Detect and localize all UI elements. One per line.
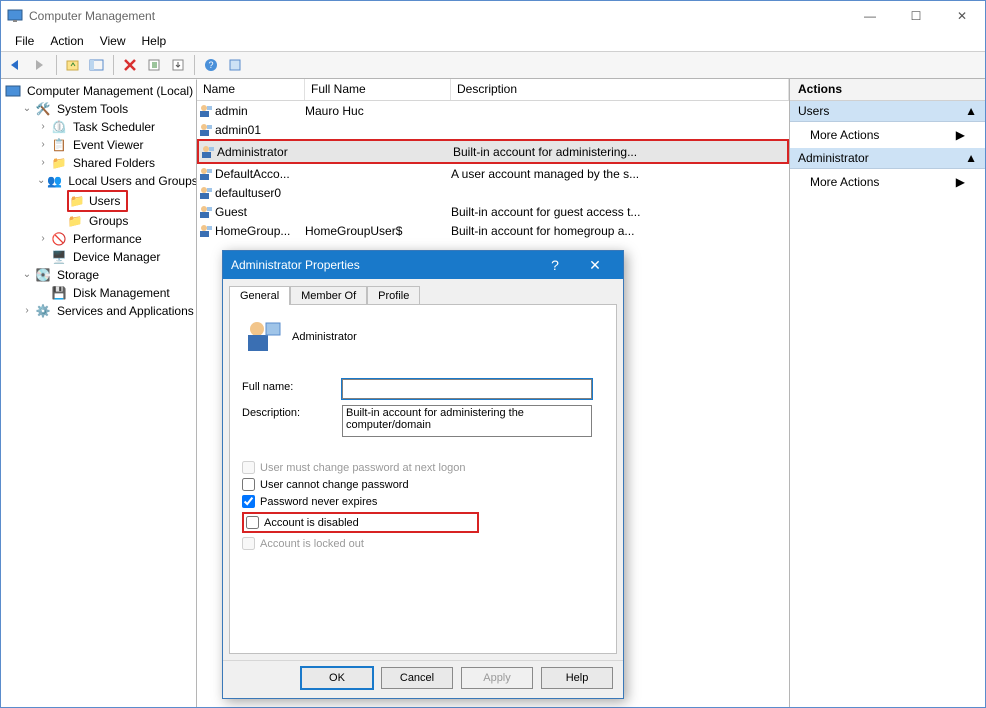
user-row[interactable]: defaultuser0 xyxy=(197,183,789,202)
actions-header: Actions xyxy=(790,79,985,101)
titlebar: Computer Management — ☐ ✕ xyxy=(1,1,985,31)
user-icon xyxy=(197,224,215,238)
menu-action[interactable]: Action xyxy=(42,32,91,50)
tree-shared-folders[interactable]: ›📁Shared Folders xyxy=(37,154,196,172)
chk-cannot-change[interactable]: User cannot change password xyxy=(242,478,604,491)
maximize-button[interactable]: ☐ xyxy=(893,1,939,31)
chevron-right-icon: ▶ xyxy=(956,128,965,142)
actions-pane: Actions Users▲ More Actions▶ Administrat… xyxy=(790,79,985,707)
list-header: Name Full Name Description xyxy=(197,79,789,101)
tree-device-manager[interactable]: 🖥️Device Manager xyxy=(37,248,196,266)
delete-button[interactable] xyxy=(119,54,141,76)
collapse-icon: ▲ xyxy=(965,104,977,118)
chevron-right-icon: ▶ xyxy=(956,175,965,189)
dialog-help-button[interactable]: ? xyxy=(535,257,575,273)
user-icon xyxy=(197,205,215,219)
menubar: File Action View Help xyxy=(1,31,985,51)
highlight-disabled: Account is disabled xyxy=(242,512,479,533)
tree-system-tools[interactable]: ⌄🛠️System Tools xyxy=(21,100,196,118)
user-row[interactable]: HomeGroup...HomeGroupUser$Built-in accou… xyxy=(197,221,789,240)
dialog-tabs: General Member Of Profile xyxy=(229,285,617,304)
user-icon xyxy=(199,145,217,159)
dialog-title: Administrator Properties xyxy=(231,258,535,272)
tree-users[interactable]: 📁Users xyxy=(53,190,196,212)
fullname-label: Full name: xyxy=(242,379,342,393)
tree-pane[interactable]: Computer Management (Local) ⌄🛠️System To… xyxy=(1,79,197,707)
actions-group-users[interactable]: Users▲ xyxy=(790,101,985,122)
chk-locked-out: Account is locked out xyxy=(242,537,604,550)
cancel-button[interactable]: Cancel xyxy=(381,667,453,689)
show-hide-tree-button[interactable] xyxy=(86,54,108,76)
col-fullname[interactable]: Full Name xyxy=(305,79,451,100)
user-icon xyxy=(197,186,215,200)
properties-dialog: Administrator Properties ? ✕ General Mem… xyxy=(222,250,624,699)
actions-group-admin[interactable]: Administrator▲ xyxy=(790,148,985,169)
tree-storage[interactable]: ⌄💽Storage xyxy=(21,266,196,284)
dialog-body: Administrator Full name: Description: Us… xyxy=(229,304,617,654)
dialog-username: Administrator xyxy=(292,331,357,343)
user-row[interactable]: adminMauro Huc xyxy=(197,101,789,120)
actions-more-1[interactable]: More Actions▶ xyxy=(790,122,985,148)
user-icon xyxy=(197,167,215,181)
menu-view[interactable]: View xyxy=(92,32,134,50)
ok-button[interactable]: OK xyxy=(301,667,373,689)
close-button[interactable]: ✕ xyxy=(939,1,985,31)
tree-services[interactable]: ›⚙️Services and Applications xyxy=(21,302,196,320)
up-button[interactable] xyxy=(62,54,84,76)
user-row[interactable]: admin01 xyxy=(197,120,789,139)
description-label: Description: xyxy=(242,405,342,419)
user-icon xyxy=(197,104,215,118)
user-icon xyxy=(197,123,215,137)
user-row[interactable]: DefaultAcco...A user account managed by … xyxy=(197,164,789,183)
svg-text:?: ? xyxy=(208,60,213,70)
app-icon xyxy=(7,8,23,24)
properties-button[interactable] xyxy=(224,54,246,76)
col-description[interactable]: Description xyxy=(451,79,789,100)
forward-button[interactable] xyxy=(29,54,51,76)
user-icon xyxy=(242,317,282,357)
dialog-titlebar: Administrator Properties ? ✕ xyxy=(223,251,623,279)
dialog-buttons: OK Cancel Apply Help xyxy=(223,660,623,698)
collapse-icon: ▲ xyxy=(965,151,977,165)
toolbar: ? xyxy=(1,51,985,79)
chk-account-disabled[interactable]: Account is disabled xyxy=(246,516,359,529)
col-name[interactable]: Name xyxy=(197,79,305,100)
chk-never-expires[interactable]: Password never expires xyxy=(242,495,604,508)
actions-more-2[interactable]: More Actions▶ xyxy=(790,169,985,195)
tree-task-scheduler[interactable]: ›⏲️Task Scheduler xyxy=(37,118,196,136)
export-button[interactable] xyxy=(167,54,189,76)
back-button[interactable] xyxy=(5,54,27,76)
chk-must-change: User must change password at next logon xyxy=(242,461,604,474)
tree-event-viewer[interactable]: ›📋Event Viewer xyxy=(37,136,196,154)
user-row[interactable]: AdministratorBuilt-in account for admini… xyxy=(197,139,789,164)
window-title: Computer Management xyxy=(29,9,847,23)
dialog-help-btn[interactable]: Help xyxy=(541,667,613,689)
tree-root[interactable]: Computer Management (Local) xyxy=(5,82,196,100)
tree-disk-management[interactable]: 💾Disk Management xyxy=(37,284,196,302)
tab-general[interactable]: General xyxy=(229,286,290,305)
user-row[interactable]: GuestBuilt-in account for guest access t… xyxy=(197,202,789,221)
tree-local-users-groups[interactable]: ⌄👥Local Users and Groups xyxy=(37,172,196,190)
dialog-close-button[interactable]: ✕ xyxy=(575,257,615,274)
tab-member-of[interactable]: Member Of xyxy=(290,286,367,305)
menu-file[interactable]: File xyxy=(7,32,42,50)
menu-help[interactable]: Help xyxy=(134,32,175,50)
tab-profile[interactable]: Profile xyxy=(367,286,420,305)
minimize-button[interactable]: — xyxy=(847,1,893,31)
fullname-input[interactable] xyxy=(342,379,592,399)
tree-performance[interactable]: ›🚫Performance xyxy=(37,230,196,248)
apply-button[interactable]: Apply xyxy=(461,667,533,689)
description-input[interactable] xyxy=(342,405,592,437)
tree-groups[interactable]: 📁Groups xyxy=(53,212,196,230)
help-button[interactable]: ? xyxy=(200,54,222,76)
refresh-button[interactable] xyxy=(143,54,165,76)
